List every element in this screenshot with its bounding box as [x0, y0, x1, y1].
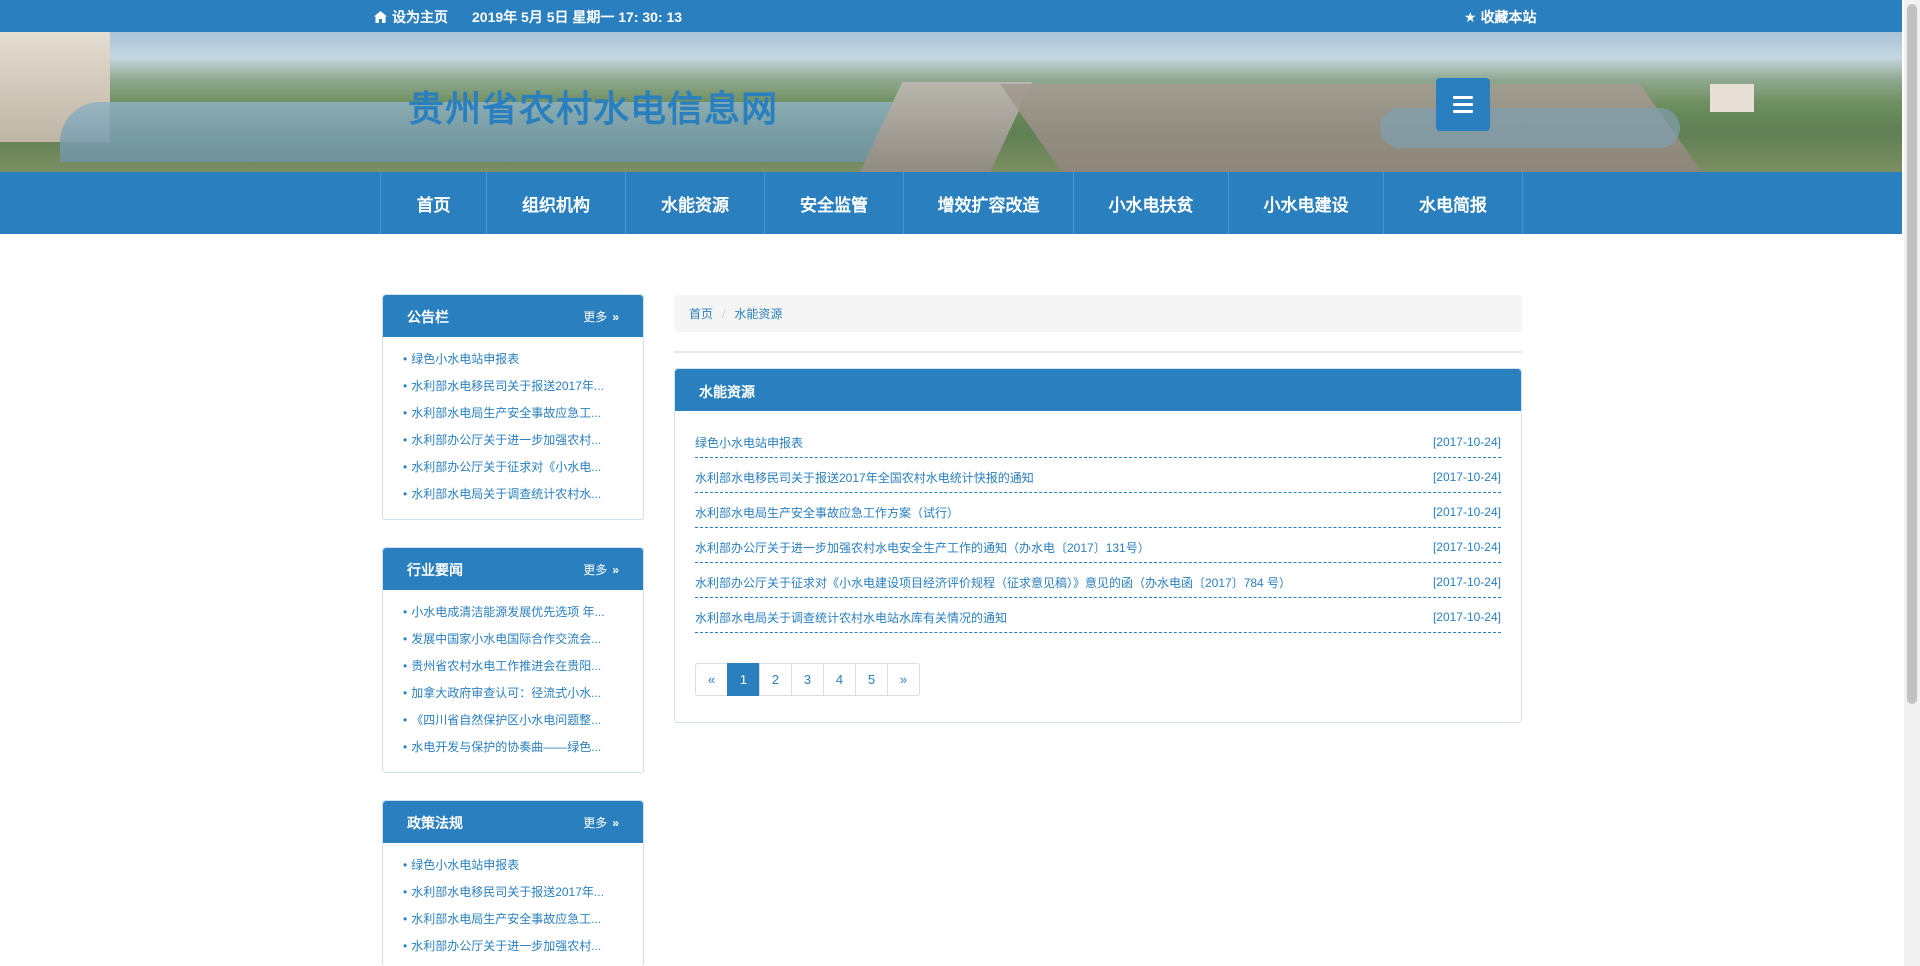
nav-item-home[interactable]: 首页 — [381, 172, 487, 234]
panel-header: 公告栏 更多» — [383, 295, 643, 337]
list-item[interactable]: • 水利部办公厅关于进一步加强农村... — [403, 431, 629, 458]
breadcrumb-separator: / — [722, 306, 726, 321]
current-datetime: 2019年 5月 5日 星期一 17: 30: 13 — [472, 9, 683, 25]
list-item[interactable]: • 水利部水电移民司关于报送2017年... — [403, 377, 629, 404]
list-item[interactable]: • 水利部水电局生产安全事故应急工... — [403, 910, 629, 937]
more-link[interactable]: 更多» — [583, 308, 619, 325]
banner-scenery-pond — [1380, 108, 1680, 148]
main-nav: 首页 组织机构 水能资源 安全监管 增效扩容改造 小水电扶贫 小水电建设 水电简… — [0, 172, 1902, 234]
pagination-next[interactable]: » — [887, 663, 920, 696]
article-row[interactable]: 水利部水电局生产安全事故应急工作方案（试行） [2017-10-24] — [695, 493, 1501, 528]
article-row[interactable]: 绿色小水电站申报表 [2017-10-24] — [695, 423, 1501, 458]
bookmark-label: 收藏本站 — [1480, 9, 1537, 25]
bookmark-link[interactable]: ★ 收藏本站 — [1464, 7, 1537, 27]
article-title[interactable]: 水利部办公厅关于进一步加强农村水电安全生产工作的通知（办水电〔2017〕131号… — [695, 539, 1150, 556]
star-icon: ★ — [1464, 8, 1477, 25]
article-list-panel: 水能资源 绿色小水电站申报表 [2017-10-24] 水利部水电移民司关于报送2… — [674, 368, 1522, 723]
list-item[interactable]: • 加拿大政府审查认可：径流式小水... — [403, 684, 629, 711]
article-row[interactable]: 水利部办公厅关于征求对《小水电建设项目经济评价规程（征求意见稿）》意见的函（办水… — [695, 563, 1501, 598]
double-chevron-right-icon: » — [612, 563, 619, 577]
article-row[interactable]: 水利部水电局关于调查统计农村水电站水库有关情况的通知 [2017-10-24] — [695, 598, 1501, 633]
article-title[interactable]: 水利部办公厅关于征求对《小水电建设项目经济评价规程（征求意见稿）》意见的函（办水… — [695, 574, 1291, 591]
article-date: [2017-10-24] — [1432, 540, 1501, 554]
scrollbar-thumb[interactable] — [1907, 4, 1917, 704]
banner-scenery-dam — [857, 82, 1033, 172]
page-scrollbar[interactable] — [1904, 0, 1920, 966]
more-link[interactable]: 更多» — [583, 814, 619, 831]
article-date: [2017-10-24] — [1432, 435, 1501, 449]
panel-list: • 小水电成清洁能源发展优先选项 年... • 发展中国家小水电国际合作交流会...… — [383, 590, 643, 772]
panel-header: 政策法规 更多» — [383, 801, 643, 843]
nav-item-poverty-relief[interactable]: 小水电扶贫 — [1074, 172, 1229, 234]
list-item[interactable]: • 《四川省自然保护区小水电问题整... — [403, 711, 629, 738]
list-item[interactable]: • 小水电成清洁能源发展优先选项 年... — [403, 603, 629, 630]
panel-title: 公告栏 — [407, 309, 449, 325]
list-item[interactable]: • 水利部办公厅关于进一步加强农村... — [403, 937, 629, 964]
article-row[interactable]: 水利部水电移民司关于报送2017年全国农村水电统计快报的通知 [2017-10-2… — [695, 458, 1501, 493]
pagination-page-1[interactable]: 1 — [727, 663, 760, 696]
nav-item-construction[interactable]: 小水电建设 — [1229, 172, 1384, 234]
breadcrumb: 首页 / 水能资源 — [674, 295, 1522, 332]
list-item[interactable]: • 绿色小水电站申报表 — [403, 350, 629, 377]
pagination-page-4[interactable]: 4 — [823, 663, 856, 696]
article-row[interactable]: 水利部办公厅关于进一步加强农村水电安全生产工作的通知（办水电〔2017〕131号… — [695, 528, 1501, 563]
article-title[interactable]: 水利部水电移民司关于报送2017年全国农村水电统计快报的通知 — [695, 469, 1034, 486]
list-item[interactable]: • 贵州省农村水电工作推进会在贵阳... — [403, 657, 629, 684]
double-chevron-right-icon: » — [612, 816, 619, 830]
panel-list: • 绿色小水电站申报表 • 水利部水电移民司关于报送2017年... • 水利部水电局… — [383, 337, 643, 519]
home-icon — [374, 11, 387, 23]
panel-title: 行业要闻 — [407, 562, 463, 578]
breadcrumb-home-link[interactable]: 首页 — [689, 305, 713, 322]
article-title[interactable]: 水利部水电局生产安全事故应急工作方案（试行） — [695, 504, 959, 521]
list-item[interactable]: • 发展中国家小水电国际合作交流会... — [403, 630, 629, 657]
panel-header: 行业要闻 更多» — [383, 548, 643, 590]
top-bar-left: 设为主页 2019年 5月 5日 星期一 17: 30: 13 — [374, 7, 682, 27]
banner-scenery-building — [1710, 84, 1754, 112]
nav-item-water-resources[interactable]: 水能资源 — [626, 172, 765, 234]
pagination-page-3[interactable]: 3 — [791, 663, 824, 696]
double-chevron-right-icon: » — [612, 310, 619, 324]
set-home-link[interactable]: 设为主页 — [392, 7, 448, 27]
nav-item-organization[interactable]: 组织机构 — [487, 172, 626, 234]
article-list: 绿色小水电站申报表 [2017-10-24] 水利部水电移民司关于报送2017年全… — [695, 423, 1501, 633]
nav-item-bulletin[interactable]: 水电简报 — [1384, 172, 1523, 234]
list-item[interactable]: • 水利部水电移民司关于报送2017年... — [403, 883, 629, 910]
pagination-page-5[interactable]: 5 — [855, 663, 888, 696]
article-title[interactable]: 绿色小水电站申报表 — [695, 434, 803, 451]
list-item[interactable]: • 水利部办公厅关于征求对《小水电... — [403, 458, 629, 485]
more-link[interactable]: 更多» — [583, 561, 619, 578]
panel-list: • 绿色小水电站申报表 • 水利部水电移民司关于报送2017年... • 水利部水电局… — [383, 843, 643, 966]
article-date: [2017-10-24] — [1432, 610, 1501, 624]
list-item[interactable]: • 水电开发与保护的协奏曲——绿色... — [403, 738, 629, 765]
nav-item-upgrade[interactable]: 增效扩容改造 — [904, 172, 1074, 234]
list-item[interactable]: • 水利部水电局关于调查统计农村水... — [403, 485, 629, 512]
breadcrumb-current[interactable]: 水能资源 — [734, 305, 782, 322]
nav-item-safety[interactable]: 安全监管 — [765, 172, 904, 234]
pagination-prev[interactable]: « — [695, 663, 728, 696]
hamburger-icon — [1453, 96, 1473, 99]
pagination-page-2[interactable]: 2 — [759, 663, 792, 696]
list-item[interactable]: • 绿色小水电站申报表 — [403, 856, 629, 883]
article-date: [2017-10-24] — [1432, 470, 1501, 484]
site-title[interactable]: 贵州省农村水电信息网 — [408, 80, 778, 132]
list-item[interactable]: • 水利部水电局生产安全事故应急工... — [403, 404, 629, 431]
article-list-title: 水能资源 — [675, 369, 1521, 411]
hamburger-menu-button[interactable] — [1436, 78, 1490, 131]
nav-list: 首页 组织机构 水能资源 安全监管 增效扩容改造 小水电扶贫 小水电建设 水电简… — [380, 172, 1523, 234]
policy-panel: 政策法规 更多» • 绿色小水电站申报表 • 水利部水电移民司关于报送2017年..… — [382, 800, 644, 966]
notice-panel: 公告栏 更多» • 绿色小水电站申报表 • 水利部水电移民司关于报送2017年...… — [382, 294, 644, 520]
pagination: « 1 2 3 4 5 » — [695, 663, 920, 696]
divider — [674, 351, 1522, 353]
header-banner: 贵州省农村水电信息网 — [0, 32, 1902, 172]
article-title[interactable]: 水利部水电局关于调查统计农村水电站水库有关情况的通知 — [695, 609, 1007, 626]
industry-news-panel: 行业要闻 更多» • 小水电成清洁能源发展优先选项 年... • 发展中国家小水电国… — [382, 547, 644, 773]
top-bar: 设为主页 2019年 5月 5日 星期一 17: 30: 13 ★ 收藏本站 — [0, 0, 1902, 32]
panel-title: 政策法规 — [407, 815, 463, 831]
article-date: [2017-10-24] — [1432, 575, 1501, 589]
article-date: [2017-10-24] — [1432, 505, 1501, 519]
